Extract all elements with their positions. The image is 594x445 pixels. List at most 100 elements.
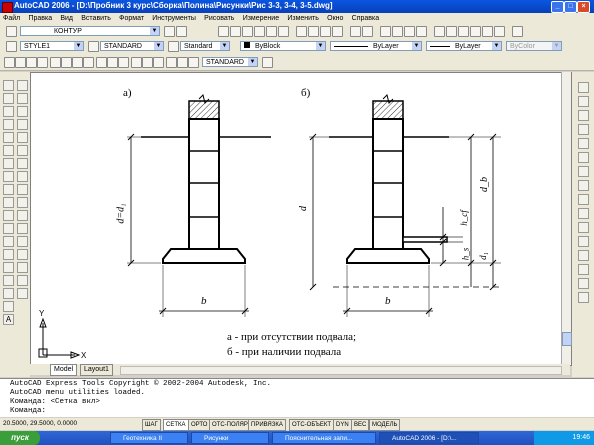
zoom-realtime-icon[interactable] xyxy=(392,26,403,37)
move-icon[interactable] xyxy=(17,145,28,156)
table-icon[interactable] xyxy=(3,301,14,312)
snap-tangent-icon[interactable] xyxy=(578,194,589,205)
make-block-icon[interactable] xyxy=(3,236,14,247)
plot-style-combo[interactable]: ByColor ▼ xyxy=(506,41,562,51)
ordinate-dim-icon[interactable] xyxy=(37,57,48,68)
construction-line-icon[interactable] xyxy=(3,93,14,104)
drawing-canvas[interactable]: а) б) d=d₁ b d d_b h_cf h_s d₁ b а - при… xyxy=(30,72,572,366)
stretch-icon[interactable] xyxy=(17,184,28,195)
markup-icon[interactable] xyxy=(482,26,493,37)
hatch-icon[interactable] xyxy=(3,262,14,273)
menu-help[interactable]: Справка xyxy=(349,13,382,24)
quick-dim-icon[interactable] xyxy=(96,57,107,68)
jogged-dim-icon[interactable] xyxy=(61,57,72,68)
object-snap-icon[interactable] xyxy=(578,82,589,93)
copy-icon[interactable] xyxy=(308,26,319,37)
close-button[interactable]: × xyxy=(577,1,590,13)
offset-icon[interactable] xyxy=(17,119,28,130)
sheet-set-icon[interactable] xyxy=(470,26,481,37)
paste-icon[interactable] xyxy=(320,26,331,37)
task-autocad[interactable]: AutoCAD 2006 - [D:\... xyxy=(379,432,479,444)
menu-window[interactable]: Окно xyxy=(324,13,346,24)
layer-manager-icon[interactable] xyxy=(6,26,17,37)
ortho-toggle[interactable]: ОРТО xyxy=(188,419,211,431)
center-mark-icon[interactable] xyxy=(153,57,164,68)
angular-dim-icon[interactable] xyxy=(83,57,94,68)
zoom-window-icon[interactable] xyxy=(404,26,415,37)
scale-icon[interactable] xyxy=(17,171,28,182)
app-icon[interactable] xyxy=(2,2,13,13)
copy-object-icon[interactable] xyxy=(17,93,28,104)
help-icon[interactable] xyxy=(512,26,523,37)
chamfer-icon[interactable] xyxy=(17,262,28,273)
dim-style-manager-icon[interactable] xyxy=(262,57,273,68)
snap-endpoint-icon[interactable] xyxy=(578,96,589,107)
snap-extension-icon[interactable] xyxy=(578,152,589,163)
tab-layout1[interactable]: Layout1 xyxy=(80,364,113,376)
menu-format[interactable]: Формат xyxy=(116,13,147,24)
gradient-icon[interactable] xyxy=(3,275,14,286)
dim-style-combo-2[interactable]: STANDARD ▼ xyxy=(202,57,258,67)
snap-intersection-icon[interactable] xyxy=(578,124,589,135)
spline-icon[interactable] xyxy=(3,184,14,195)
diameter-dim-icon[interactable] xyxy=(72,57,83,68)
task-risunki[interactable]: Рисунки xyxy=(191,432,269,444)
layer-combo[interactable]: КОНТУР ▼ xyxy=(20,26,160,36)
start-button[interactable]: пуск xyxy=(0,431,40,445)
new-icon[interactable] xyxy=(218,26,229,37)
lwt-toggle[interactable]: ВЕС xyxy=(351,419,370,431)
otrack-toggle[interactable]: ОТС-ОБЪЕКТ xyxy=(289,419,334,431)
command-line[interactable]: AutoCAD Express Tools Copyright © 2002-2… xyxy=(0,378,594,417)
undo-icon[interactable] xyxy=(350,26,361,37)
snap-perpendicular-icon[interactable] xyxy=(578,208,589,219)
region-icon[interactable] xyxy=(3,288,14,299)
mirror-icon[interactable] xyxy=(17,106,28,117)
model-toggle[interactable]: МОДЕЛЬ xyxy=(369,419,401,431)
point-icon[interactable] xyxy=(3,249,14,260)
publish-icon[interactable] xyxy=(278,26,289,37)
scroll-thumb[interactable] xyxy=(562,332,572,346)
text-style-combo[interactable]: STYLE1 ▼ xyxy=(20,41,84,51)
snap-toggle[interactable]: ШАГ xyxy=(142,419,161,431)
dim-text-edit-icon[interactable] xyxy=(177,57,188,68)
table-style-icon[interactable] xyxy=(168,41,179,52)
erase-icon[interactable] xyxy=(17,80,28,91)
rectangle-icon[interactable] xyxy=(3,132,14,143)
explode-icon[interactable] xyxy=(17,288,28,299)
dim-update-icon[interactable] xyxy=(188,57,199,68)
polar-toggle[interactable]: ОТС-ПОЛЯР xyxy=(209,419,251,431)
preview-icon[interactable] xyxy=(266,26,277,37)
continue-dim-icon[interactable] xyxy=(118,57,129,68)
arc-length-icon[interactable] xyxy=(26,57,37,68)
ellipse-arc-icon[interactable] xyxy=(3,210,14,221)
tolerance-icon[interactable] xyxy=(142,57,153,68)
dim-style-combo[interactable]: STANDARD ▼ xyxy=(100,41,164,51)
rotate-icon[interactable] xyxy=(17,158,28,169)
redo-icon[interactable] xyxy=(362,26,373,37)
linetype-combo[interactable]: ByLayer ▼ xyxy=(330,41,422,51)
array-icon[interactable] xyxy=(17,132,28,143)
grid-toggle[interactable]: СЕТКА xyxy=(163,419,189,431)
revision-cloud-icon[interactable] xyxy=(3,171,14,182)
match-properties-icon[interactable] xyxy=(332,26,343,37)
extend-icon[interactable] xyxy=(17,210,28,221)
open-icon[interactable] xyxy=(230,26,241,37)
quickcalc-icon[interactable] xyxy=(494,26,505,37)
snap-nearest-icon[interactable] xyxy=(578,264,589,275)
properties-icon[interactable] xyxy=(434,26,445,37)
snap-center-icon[interactable] xyxy=(578,166,589,177)
osnap-settings-icon[interactable] xyxy=(578,292,589,303)
table-style-combo[interactable]: Standard ▼ xyxy=(180,41,230,51)
break-icon[interactable] xyxy=(17,236,28,247)
mtext-icon[interactable]: A xyxy=(3,314,14,325)
polygon-icon[interactable] xyxy=(3,119,14,130)
trim-icon[interactable] xyxy=(17,197,28,208)
arc-icon[interactable] xyxy=(3,145,14,156)
menu-view[interactable]: Вид xyxy=(57,13,76,24)
command-prompt[interactable]: Команда: xyxy=(10,407,46,415)
polyline-icon[interactable] xyxy=(3,106,14,117)
dim-style-icon[interactable] xyxy=(88,41,99,52)
plot-icon[interactable] xyxy=(254,26,265,37)
tool-palettes-icon[interactable] xyxy=(458,26,469,37)
horizontal-scrollbar[interactable] xyxy=(120,366,562,375)
